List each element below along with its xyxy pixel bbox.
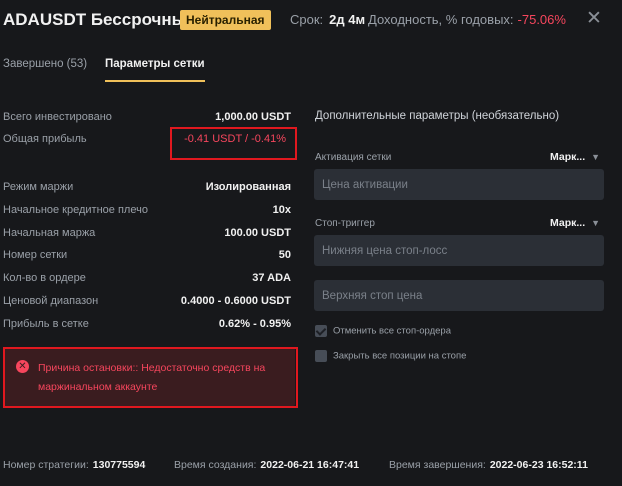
activation-label: Активация сетки bbox=[315, 152, 392, 163]
extra-params-title: Дополнительные параметры (необязательно) bbox=[315, 110, 560, 122]
term-label: Срок: bbox=[290, 12, 324, 27]
param-value: 100.00 USDT bbox=[224, 227, 291, 239]
param-label: Всего инвестировано bbox=[3, 111, 112, 123]
strategy-direction-badge: Нейтральная bbox=[180, 10, 271, 30]
checkbox-unchecked-icon[interactable] bbox=[315, 350, 327, 362]
stop-trigger-type-dropdown[interactable]: Марк... ▼ bbox=[550, 217, 600, 229]
tab-bar: Завершено (53) Параметры сетки bbox=[0, 58, 622, 82]
activation-price-type-dropdown[interactable]: Марк... ▼ bbox=[550, 151, 600, 163]
param-label: Номер сетки bbox=[3, 249, 68, 261]
strategy-id-value: 130775594 bbox=[92, 459, 146, 471]
close-all-positions-checkbox[interactable]: Закрыть все позиции на стопе bbox=[315, 350, 466, 362]
cancel-all-stop-orders-label: Отменить все стоп-ордера bbox=[333, 325, 451, 337]
param-value: 1,000.00 USDT bbox=[215, 111, 291, 123]
header: ADAUSDT Бессрочный Нейтральная Срок: 2д 4… bbox=[0, 8, 622, 34]
completion-time-value: 2022-06-23 16:52:11 bbox=[489, 459, 588, 471]
param-label: Кол-во в ордере bbox=[3, 272, 86, 284]
chevron-down-icon: ▼ bbox=[591, 152, 601, 162]
stop-trigger-type-value: Марк... bbox=[550, 217, 586, 229]
cancel-all-stop-orders-checkbox[interactable]: Отменить все стоп-ордера bbox=[315, 325, 451, 337]
param-label: Режим маржи bbox=[3, 181, 74, 193]
page-title: ADAUSDT Бессрочный bbox=[3, 10, 197, 29]
stop-reason-highlight-frame bbox=[3, 347, 298, 408]
creation-time-label: Время создания: bbox=[174, 459, 257, 471]
strategy-id: Номер стратегии: 130775594 bbox=[3, 459, 145, 471]
close-icon[interactable]: ✕ bbox=[586, 9, 602, 29]
param-value: 0.4000 - 0.6000 USDT bbox=[180, 295, 291, 307]
param-label: Начальная маржа bbox=[3, 227, 96, 239]
annual-yield-value: -75.06% bbox=[517, 12, 566, 27]
footer: Номер стратегии: 130775594 Время создания… bbox=[0, 459, 622, 475]
tab-completed[interactable]: Завершено (53) bbox=[3, 58, 87, 70]
param-value: Изолированная bbox=[205, 181, 291, 193]
annual-yield-label: Доходность, % годовых: bbox=[368, 12, 514, 27]
creation-time: Время создания: 2022-06-21 16:47:41 bbox=[174, 459, 359, 471]
upper-stop-price-input[interactable] bbox=[314, 280, 604, 311]
activation-price-input[interactable] bbox=[314, 169, 604, 200]
param-label: Начальное кредитное плечо bbox=[3, 204, 148, 216]
lower-stop-loss-price-input[interactable] bbox=[314, 235, 604, 266]
checkbox-checked-icon[interactable] bbox=[315, 325, 327, 337]
param-value: 0.62% - 0.95% bbox=[218, 318, 291, 330]
tab-grid-parameters[interactable]: Параметры сетки bbox=[105, 58, 205, 82]
completion-time: Время завершения: 2022-06-23 16:52:11 bbox=[389, 459, 588, 471]
chevron-down-icon: ▼ bbox=[591, 218, 601, 228]
activation-price-type-value: Марк... bbox=[550, 151, 586, 163]
param-value: 10x bbox=[272, 204, 291, 216]
param-label: Общая прибыль bbox=[3, 133, 87, 145]
param-label: Прибыль в сетке bbox=[3, 318, 89, 330]
close-all-positions-label: Закрыть все позиции на стопе bbox=[333, 350, 467, 362]
term: Срок: 2д 4м bbox=[290, 12, 365, 27]
param-label: Ценовой диапазон bbox=[3, 295, 99, 307]
creation-time-value: 2022-06-21 16:47:41 bbox=[260, 459, 360, 471]
strategy-id-label: Номер стратегии: bbox=[3, 459, 89, 471]
profit-highlight-frame bbox=[170, 127, 297, 160]
completion-time-label: Время завершения: bbox=[389, 459, 486, 471]
stop-trigger-label: Стоп-триггер bbox=[315, 218, 375, 229]
annual-yield: Доходность, % годовых: -75.06% bbox=[368, 12, 566, 27]
param-value: 50 bbox=[278, 249, 291, 261]
param-value: 37 ADA bbox=[252, 272, 291, 284]
term-value: 2д 4м bbox=[329, 12, 366, 27]
